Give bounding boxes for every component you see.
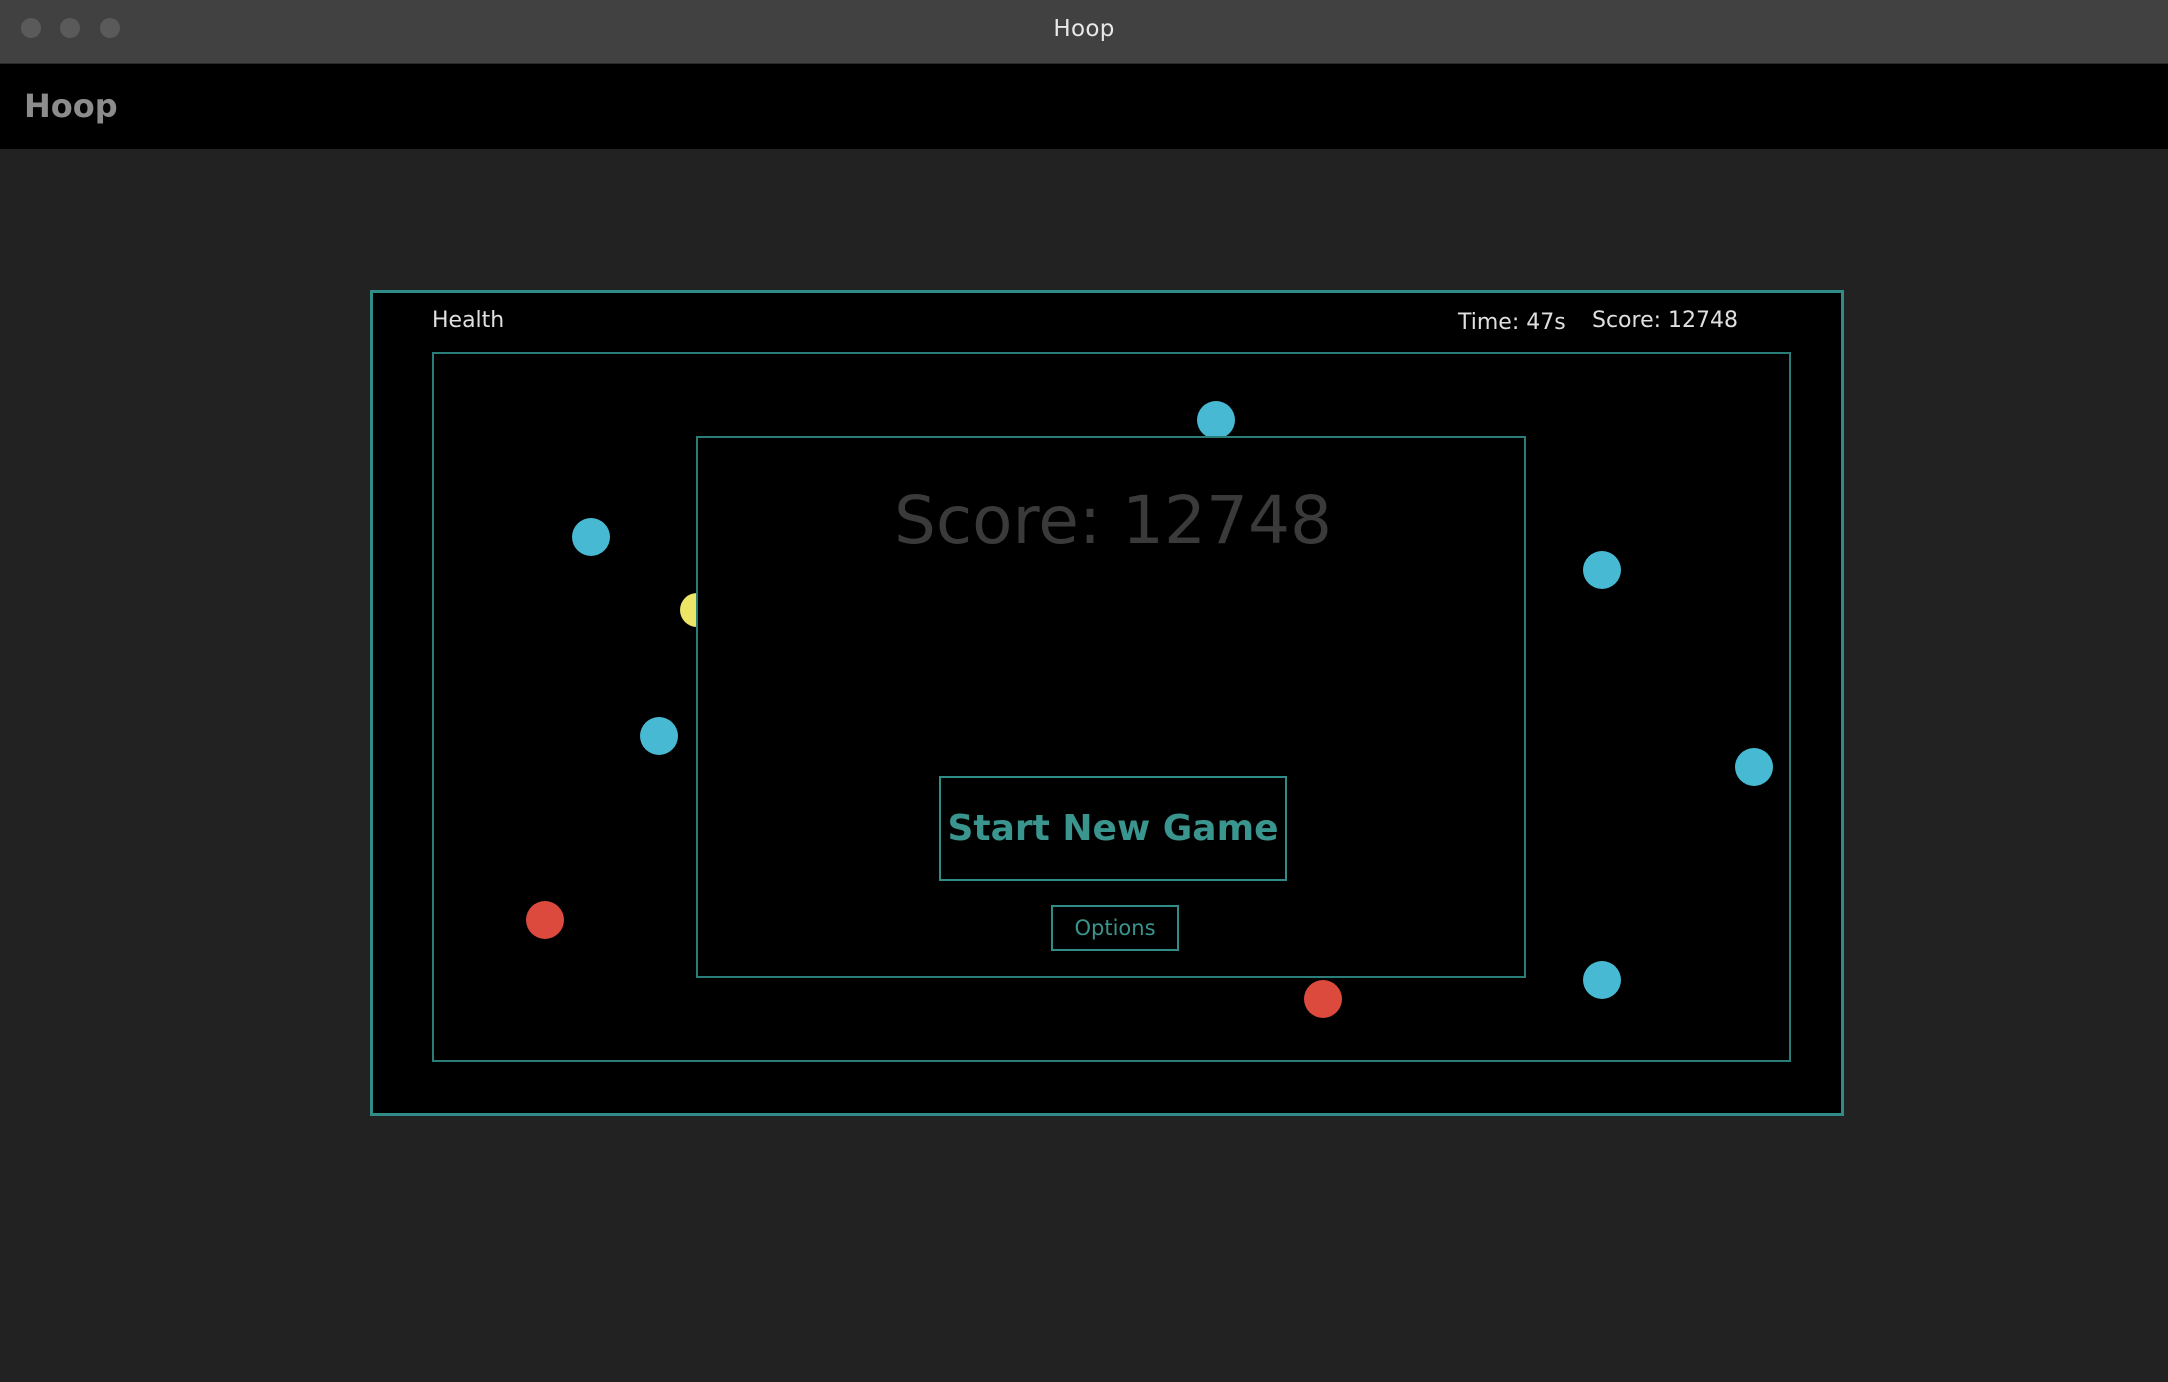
blue-ball	[1583, 551, 1621, 589]
options-button[interactable]: Options	[1051, 905, 1179, 951]
health-label: Health	[432, 308, 505, 333]
app-window: Hoop Hoop Health Time: 47s Score: 12748 …	[0, 0, 2168, 1382]
blue-ball	[1197, 401, 1235, 439]
blue-ball	[572, 518, 610, 556]
blue-ball	[1735, 748, 1773, 786]
window-title: Hoop	[1053, 16, 1115, 42]
time-readout: Time: 47s	[1458, 310, 1566, 335]
title-bar: Hoop	[0, 0, 2168, 64]
red-ball	[526, 901, 564, 939]
blue-ball	[640, 717, 678, 755]
final-score: Score: 12748	[893, 482, 1333, 559]
score-readout: Score: 12748	[1592, 308, 1739, 333]
start-new-game-button[interactable]: Start New Game	[939, 776, 1287, 881]
app-title: Hoop	[24, 87, 118, 125]
red-ball	[1304, 980, 1342, 1018]
blue-ball	[1583, 961, 1621, 999]
game-over-overlay: Score: 12748 Start New Game Options	[696, 436, 1526, 978]
app-header: Hoop	[0, 64, 2168, 149]
